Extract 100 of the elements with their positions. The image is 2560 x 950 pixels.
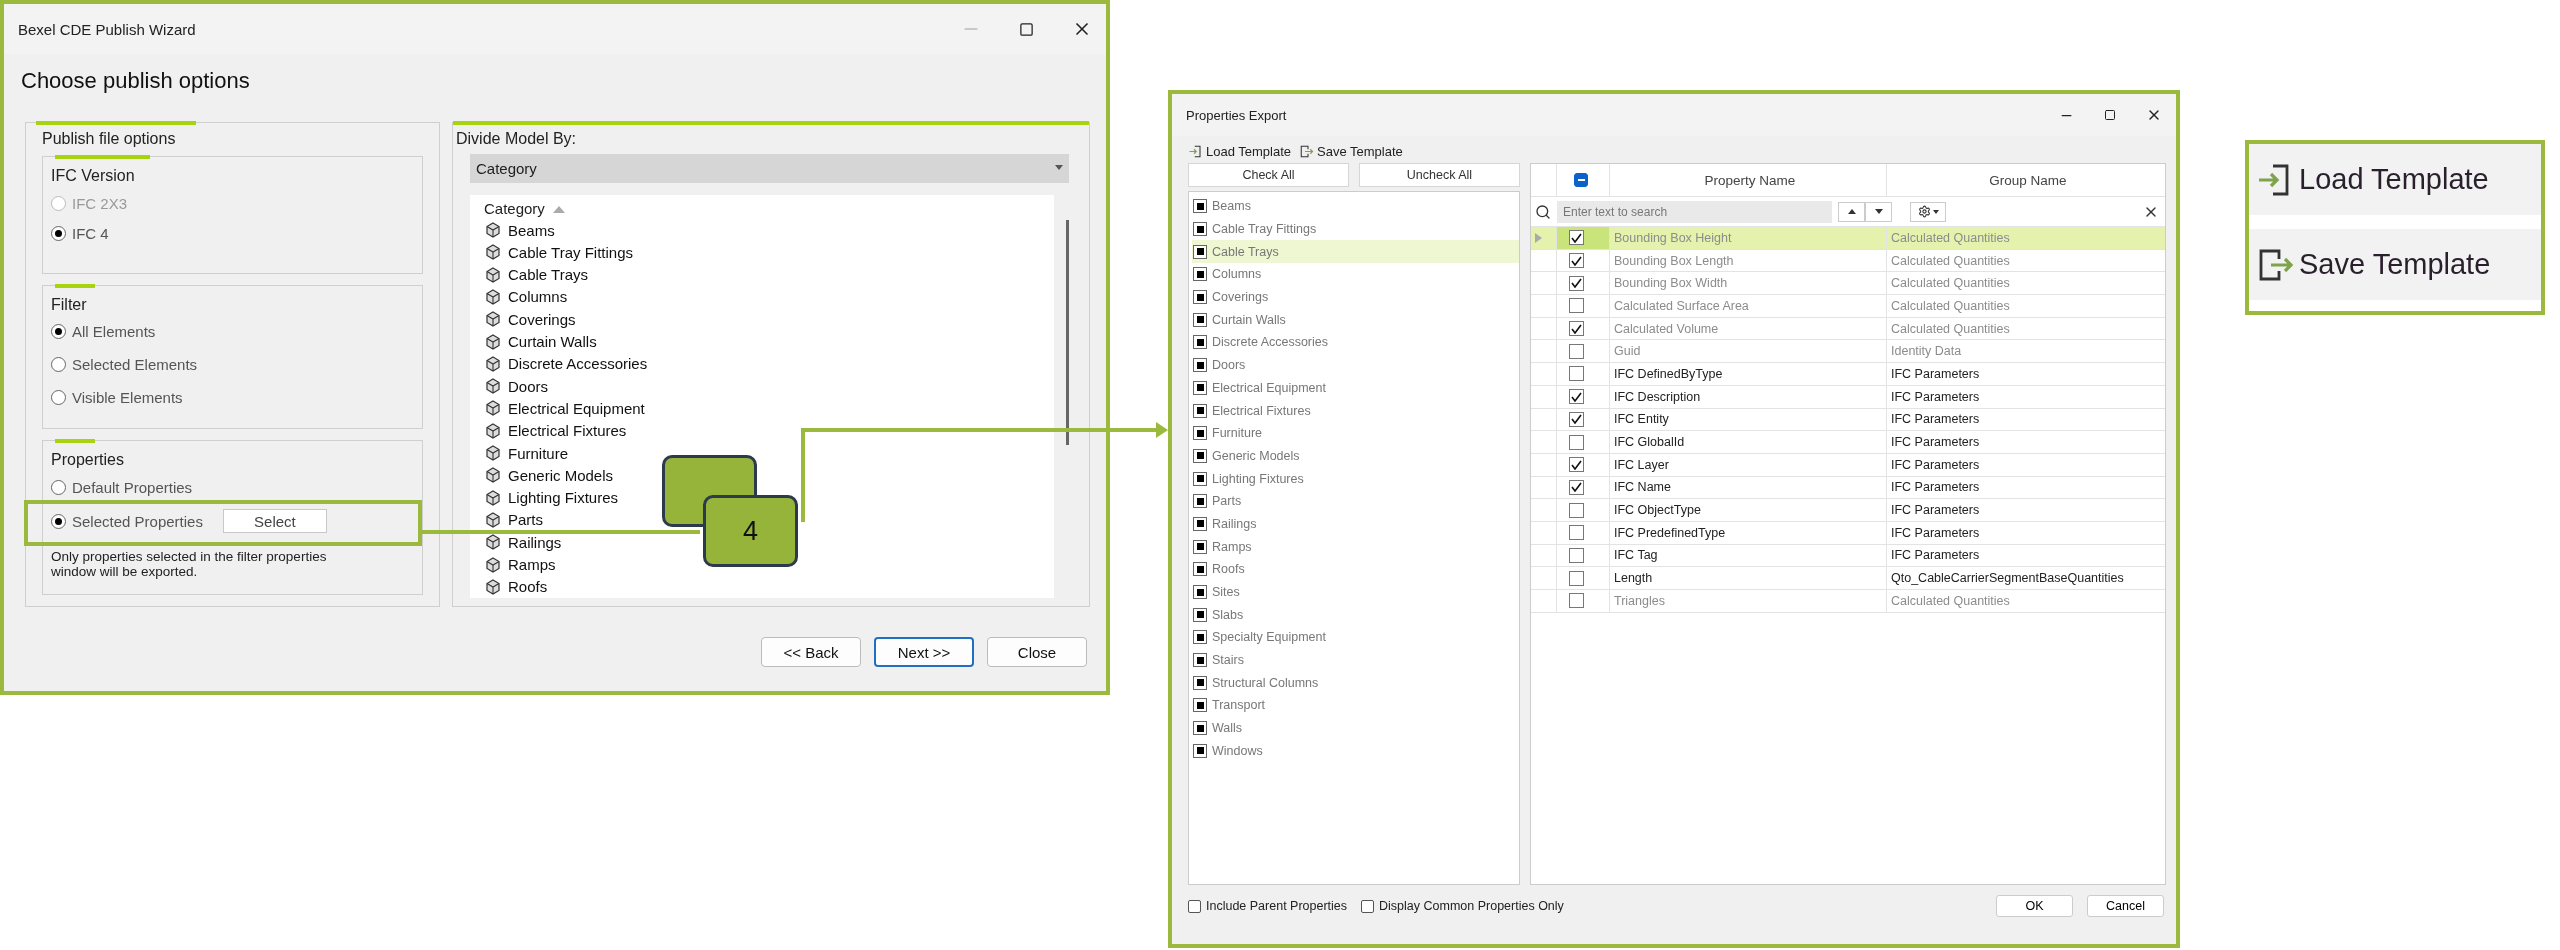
- checkbox[interactable]: [1569, 434, 1584, 450]
- check-button[interactable]: Check All: [1188, 163, 1349, 187]
- checkbox[interactable]: [1193, 222, 1207, 237]
- checkbox[interactable]: [1193, 607, 1207, 622]
- category-item[interactable]: Electrical Equipment: [508, 399, 645, 417]
- category-item[interactable]: Coverings: [508, 310, 576, 328]
- checkbox[interactable]: [1193, 653, 1207, 668]
- checkbox[interactable]: [1193, 698, 1207, 713]
- category-row[interactable]: Generic Models: [1192, 444, 1519, 468]
- category-item[interactable]: Generic Models: [508, 466, 614, 484]
- category-item[interactable]: Doors: [508, 377, 548, 395]
- check-button[interactable]: Uncheck All: [1359, 163, 1520, 187]
- radio-button[interactable]: [51, 357, 66, 373]
- grid-row[interactable]: IFC Entity IFC Parameters: [1531, 408, 2165, 432]
- category-row[interactable]: Stairs: [1192, 648, 1519, 672]
- dialog-button[interactable]: Close: [987, 637, 1087, 667]
- radio-button[interactable]: [51, 324, 66, 340]
- checkbox[interactable]: [1569, 570, 1584, 586]
- checkbox[interactable]: [1569, 366, 1584, 382]
- checkbox[interactable]: [1569, 230, 1584, 246]
- checkbox[interactable]: [1193, 585, 1207, 600]
- category-row[interactable]: Parts: [1192, 489, 1519, 513]
- scrollbar[interactable]: [1066, 219, 1069, 445]
- dialog-button[interactable]: OK: [1996, 895, 2073, 917]
- grid-row[interactable]: Guid Identity Data: [1531, 340, 2165, 364]
- category-row[interactable]: Specialty Equipment: [1192, 626, 1519, 649]
- category-row[interactable]: Electrical Fixtures: [1192, 399, 1519, 422]
- category-dropdown[interactable]: Category: [470, 154, 1069, 183]
- checkbox[interactable]: [1569, 343, 1584, 359]
- category-item[interactable]: Ramps: [508, 556, 556, 574]
- checkbox[interactable]: [1569, 275, 1584, 291]
- toolbar-button[interactable]: Save Template: [1299, 144, 1403, 159]
- checkbox[interactable]: [1193, 290, 1207, 305]
- checkbox[interactable]: [1193, 675, 1207, 690]
- maximize-icon[interactable]: [2104, 109, 2116, 121]
- checkbox[interactable]: [1193, 426, 1207, 441]
- category-row[interactable]: Furniture: [1192, 421, 1519, 445]
- checkbox[interactable]: [1569, 525, 1584, 541]
- grid-row[interactable]: Bounding Box Width Calculated Quantities: [1531, 272, 2165, 296]
- checkbox[interactable]: [1569, 479, 1584, 495]
- category-item[interactable]: Columns: [508, 288, 568, 306]
- header-checkbox[interactable]: [1574, 173, 1588, 187]
- category-row[interactable]: Structural Columns: [1192, 671, 1519, 695]
- category-row[interactable]: Cable Tray Fittings: [1192, 217, 1519, 241]
- grid-row[interactable]: IFC Layer IFC Parameters: [1531, 453, 2165, 477]
- category-row[interactable]: Railings: [1192, 512, 1519, 536]
- radio-button[interactable]: [51, 225, 66, 241]
- grid-row[interactable]: Triangles Calculated Quantities: [1531, 590, 2165, 613]
- grid-row[interactable]: IFC DefinedByType IFC Parameters: [1531, 363, 2165, 386]
- checkbox[interactable]: [1569, 253, 1584, 269]
- checkbox[interactable]: [1193, 516, 1207, 531]
- category-row[interactable]: Discrete Accessories: [1192, 331, 1519, 354]
- category-item[interactable]: Railings: [508, 533, 562, 551]
- category-row[interactable]: Lighting Fixtures: [1192, 467, 1519, 490]
- checkbox[interactable]: [1569, 298, 1584, 314]
- radio-button[interactable]: [51, 479, 66, 495]
- checkbox[interactable]: [1193, 721, 1207, 736]
- dialog-button[interactable]: Next >>: [874, 637, 974, 667]
- category-item[interactable]: Electrical Fixtures: [508, 422, 627, 440]
- category-item[interactable]: Discrete Accessories: [508, 355, 648, 373]
- next-button[interactable]: [1865, 201, 1892, 222]
- category-item[interactable]: Cable Tray Fittings: [508, 243, 634, 261]
- grid-row[interactable]: IFC Name IFC Parameters: [1531, 476, 2165, 500]
- category-row[interactable]: Cable Trays: [1192, 240, 1519, 264]
- category-row[interactable]: Electrical Equipment: [1192, 376, 1519, 400]
- checkbox[interactable]: [1193, 380, 1207, 395]
- settings-button[interactable]: [1910, 201, 1946, 222]
- checkbox[interactable]: [1193, 562, 1207, 577]
- category-item[interactable]: Beams: [508, 221, 555, 239]
- checkbox[interactable]: [1569, 411, 1584, 427]
- checkbox[interactable]: [1193, 539, 1207, 554]
- checkbox[interactable]: [1193, 358, 1207, 373]
- category-item[interactable]: Roofs: [508, 578, 548, 596]
- category-row[interactable]: Walls: [1192, 716, 1519, 740]
- grid-row[interactable]: IFC Tag IFC Parameters: [1531, 544, 2165, 568]
- checkbox[interactable]: [1193, 199, 1207, 214]
- grid-row[interactable]: IFC ObjectType IFC Parameters: [1531, 499, 2165, 522]
- dialog-button[interactable]: Cancel: [2087, 895, 2164, 917]
- checkbox[interactable]: [1193, 244, 1207, 259]
- checkbox[interactable]: [1569, 321, 1584, 337]
- category-row[interactable]: Windows: [1192, 739, 1519, 763]
- checkbox[interactable]: [1193, 335, 1207, 350]
- maximize-icon[interactable]: [1019, 21, 1034, 37]
- category-row[interactable]: Roofs: [1192, 558, 1519, 581]
- radio-button[interactable]: [51, 513, 66, 529]
- grid-row[interactable]: IFC GlobalId IFC Parameters: [1531, 431, 2165, 454]
- previous-button[interactable]: [1838, 201, 1865, 222]
- dialog-button[interactable]: << Back: [761, 637, 861, 667]
- category-item[interactable]: Parts: [508, 511, 543, 529]
- category-row[interactable]: Doors: [1192, 353, 1519, 377]
- grid-row[interactable]: IFC PredefinedType IFC Parameters: [1531, 521, 2165, 545]
- checkbox[interactable]: [1193, 630, 1207, 645]
- category-item[interactable]: Furniture: [508, 444, 569, 462]
- category-row[interactable]: Curtain Walls: [1192, 308, 1519, 332]
- checkbox[interactable]: [1569, 502, 1584, 518]
- category-row[interactable]: Sites: [1192, 580, 1519, 604]
- checkbox[interactable]: [1569, 593, 1584, 609]
- grid-row[interactable]: Calculated Volume Calculated Quantities: [1531, 317, 2165, 341]
- checkbox[interactable]: [1193, 403, 1207, 418]
- category-item[interactable]: Cable Trays: [508, 266, 589, 284]
